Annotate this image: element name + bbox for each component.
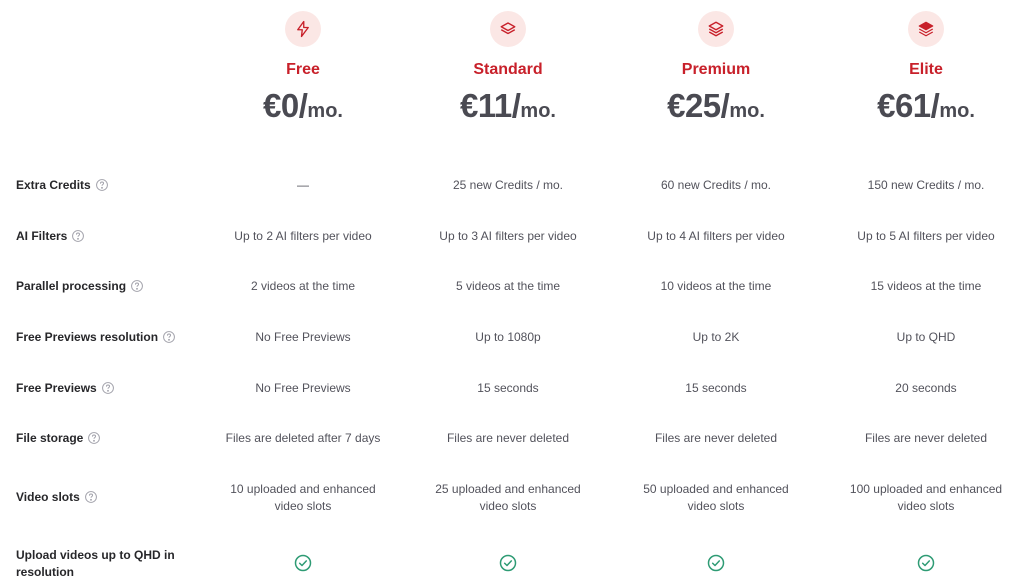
plan-price: €61/mo. [877,87,975,124]
feature-label: Parallel processing [16,278,186,295]
feature-label-text: File storage [16,431,84,445]
feature-value: 10 uploaded and enhanced video slots [230,482,376,513]
plan-name: Free [286,61,320,78]
feature-label: AI Filters [16,228,186,245]
plan-name: Elite [909,61,943,78]
feature-label-text: Video slots [16,490,80,504]
plan-premium: Premium €25/mo. [611,0,821,125]
check-icon [403,553,613,578]
plan-standard: Standard €11/mo. [403,0,613,125]
plan-price: €0/mo. [263,87,343,124]
feature-value: Files are never deleted [446,431,570,445]
feature-value: 15 videos at the time [870,279,982,293]
layers-1-icon [490,11,526,47]
feature-label: File storage [16,430,186,447]
feature-value: Up to 2 AI filters per video [234,229,372,243]
help-icon[interactable] [101,381,115,395]
plan-price: €11/mo. [460,87,556,124]
feature-label-text: Upload videos up to QHD in resolution [16,548,175,579]
feature-value: — [297,178,309,192]
help-icon[interactable] [130,279,144,293]
check-icon [198,553,408,578]
check-icon [821,553,1024,578]
feature-label-text: Free Previews [16,381,97,395]
feature-label-text: Parallel processing [16,279,127,293]
feature-value: 25 new Credits / mo. [452,178,564,192]
feature-value: No Free Previews [255,381,351,395]
feature-label: Video slots [16,489,186,506]
check-icon [611,553,821,578]
feature-value: Files are deleted after 7 days [225,431,381,445]
plan-elite: Elite €61/mo. [821,0,1024,125]
help-icon[interactable] [162,330,176,344]
feature-value: Up to 5 AI filters per video [857,229,995,243]
plan-free: Free €0/mo. [198,0,408,125]
feature-label: Upload videos up to QHD in resolution [16,547,186,581]
feature-value: 25 uploaded and enhanced video slots [435,482,581,513]
feature-value: Up to 1080p [475,330,541,344]
feature-label-text: AI Filters [16,229,68,243]
plan-price: €25/mo. [667,87,765,124]
feature-value: 150 new Credits / mo. [867,178,985,192]
feature-value: 60 new Credits / mo. [660,178,772,192]
bolt-icon [285,11,321,47]
feature-value: 50 uploaded and enhanced video slots [643,482,789,513]
feature-value: 10 videos at the time [660,279,772,293]
feature-label: Extra Credits [16,177,186,194]
feature-value: Files are never deleted [864,431,988,445]
help-icon[interactable] [87,431,101,445]
feature-value: Up to QHD [896,330,956,344]
feature-label: Free Previews resolution [16,329,186,346]
feature-value: 15 seconds [685,381,747,395]
help-icon[interactable] [95,178,109,192]
feature-value: Up to 3 AI filters per video [439,229,577,243]
layers-3-icon [908,11,944,47]
feature-value: 100 uploaded and enhanced video slots [849,482,1003,513]
feature-label: Free Previews [16,380,186,397]
feature-value: 20 seconds [895,381,957,395]
help-icon[interactable] [71,229,85,243]
feature-label-text: Free Previews resolution [16,330,159,344]
feature-value: 15 seconds [477,381,539,395]
layers-2-icon [698,11,734,47]
help-icon[interactable] [84,490,98,504]
plan-name: Standard [473,61,543,78]
feature-value: 2 videos at the time [250,279,356,293]
feature-value: No Free Previews [255,330,351,344]
feature-value: Up to 2K [692,330,740,344]
plan-name: Premium [681,61,751,78]
feature-value: Files are never deleted [654,431,778,445]
feature-value: 5 videos at the time [455,279,561,293]
feature-label-text: Extra Credits [16,178,91,192]
feature-value: Up to 4 AI filters per video [647,229,785,243]
